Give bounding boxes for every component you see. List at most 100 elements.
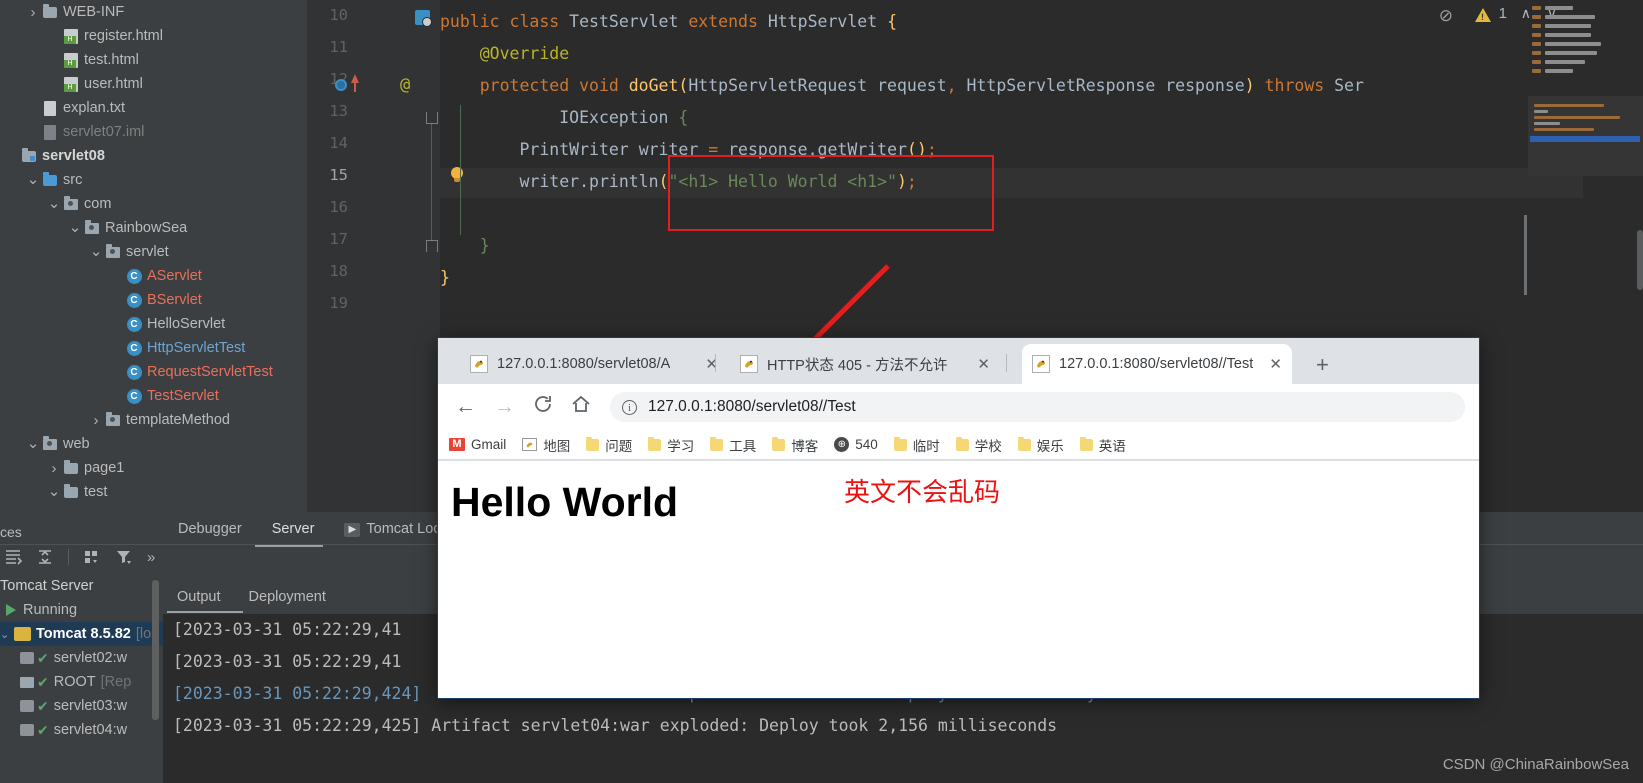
server-tree-row[interactable]: ✔ servlet03:w — [0, 694, 163, 718]
tree-item-web[interactable]: ⌄ web — [0, 432, 307, 456]
line-number: 13 — [329, 102, 348, 120]
address-bar[interactable]: i 127.0.0.1:8080/servlet08//Test — [610, 392, 1465, 422]
inspections-eye-icon[interactable]: ⊘ — [1439, 6, 1453, 26]
code-line[interactable]: @Override — [440, 38, 569, 70]
run-tab-debugger[interactable]: Debugger — [163, 512, 257, 547]
tree-item-testservlet[interactable]: C TestServlet — [0, 384, 307, 408]
reload-button[interactable] — [532, 393, 554, 421]
chevron-down-icon[interactable]: ⌄ — [25, 436, 41, 451]
bookmark-540[interactable]: ⊕ 540 — [834, 437, 878, 452]
tree-item-explan-txt[interactable]: explan.txt — [0, 96, 307, 120]
server-tree-row[interactable]: ⌄ Tomcat 8.5.82 [lo — [0, 622, 163, 646]
bookmark-娱乐[interactable]: 娱乐 — [1017, 435, 1064, 455]
code-line[interactable]: protected void doGet(HttpServletRequest … — [440, 70, 1364, 102]
server-tree-scrollbar[interactable] — [152, 580, 159, 720]
expand-all-icon[interactable] — [4, 548, 23, 566]
bookmark-临时[interactable]: 临时 — [893, 435, 940, 455]
chevron-down-icon[interactable]: ⌄ — [88, 244, 104, 259]
tree-item-com[interactable]: ⌄ com — [0, 192, 307, 216]
tree-item-templatemethod[interactable]: › templateMethod — [0, 408, 307, 432]
intention-bulb-icon[interactable] — [450, 167, 464, 185]
bookmark-工具[interactable]: 工具 — [710, 435, 756, 455]
project-tree-panel[interactable]: › WEB-INF register.html test.html user.html e… — [0, 0, 307, 512]
chevron-down-icon[interactable]: ⌄ — [46, 484, 62, 499]
new-tab-button[interactable]: + — [1316, 352, 1329, 378]
editor-error-stripe[interactable] — [1524, 215, 1527, 295]
run-tab-server[interactable]: Server — [257, 512, 330, 547]
tree-item-bservlet[interactable]: C BServlet — [0, 288, 307, 312]
browser-toolbar[interactable]: ← → i 127.0.0.1:8080/servlet08//Test — [438, 384, 1479, 430]
tree-item-src[interactable]: ⌄ src — [0, 168, 307, 192]
tree-item-register-html[interactable]: register.html — [0, 24, 307, 48]
tree-item-requestservlettest[interactable]: C RequestServletTest — [0, 360, 307, 384]
group-icon[interactable] — [83, 548, 101, 566]
page-scrollbar[interactable] — [1473, 461, 1479, 698]
chevron-right-icon[interactable]: › — [25, 5, 41, 20]
bookmark-地图[interactable]: 地图 — [522, 435, 570, 455]
chrome-browser-window[interactable]: 127.0.0.1:8080/servlet08/A ✕ HTTP状态 405 - … — [438, 338, 1479, 698]
collapse-all-icon[interactable] — [36, 548, 54, 566]
breakpoint-icon[interactable] — [335, 79, 347, 91]
run-panel-toolbar-icons[interactable]: » — [0, 548, 155, 566]
run-sub-tabs[interactable]: Output Deployment — [163, 582, 340, 612]
site-info-icon[interactable]: i — [622, 399, 637, 415]
forward-button[interactable]: → — [494, 395, 515, 419]
tree-item-helloservlet[interactable]: C HelloServlet — [0, 312, 307, 336]
tree-item-servlet[interactable]: ⌄ servlet — [0, 240, 307, 264]
tree-item-test-html[interactable]: test.html — [0, 48, 307, 72]
sub-tab-deployment[interactable]: Deployment — [235, 582, 340, 612]
tree-item-test[interactable]: ⌄ test — [0, 480, 307, 504]
server-tree-row[interactable]: Tomcat Server — [0, 574, 163, 598]
code-token: println — [589, 172, 659, 191]
chevron-down-icon[interactable]: ⌄ — [67, 220, 83, 235]
home-button[interactable] — [570, 393, 592, 421]
tree-item-servlet08[interactable]: servlet08 — [0, 144, 307, 168]
bookmark-Gmail[interactable]: M Gmail — [449, 437, 506, 452]
close-icon[interactable]: ✕ — [705, 355, 718, 373]
close-icon[interactable]: ✕ — [1269, 355, 1282, 373]
server-tree-row[interactable]: Running — [0, 598, 163, 622]
tree-item-user-html[interactable]: user.html — [0, 72, 307, 96]
sub-tab-output[interactable]: Output — [163, 582, 235, 612]
override-marker-icon[interactable] — [415, 10, 432, 27]
bookmarks-bar[interactable]: M Gmail 地图 问题 学习 工具 博客 ⊕ 540 临时 学校 娱乐 英语 — [438, 430, 1479, 460]
server-tree-row[interactable]: ✔ servlet04:w — [0, 718, 163, 742]
more-options-icon[interactable]: » — [147, 549, 155, 566]
browser-tab-2[interactable]: HTTP状态 405 - 方法不允许 ✕ — [730, 344, 1000, 384]
code-line[interactable]: public class TestServlet extends HttpSer… — [440, 6, 897, 38]
server-tree-row[interactable]: ✔ ROOT [Rep — [0, 670, 163, 694]
tree-item-web-inf[interactable]: › WEB-INF — [0, 0, 307, 24]
tree-item-aservlet[interactable]: C AServlet — [0, 264, 307, 288]
tree-item-httpservlettest[interactable]: C HttpServletTest — [0, 336, 307, 360]
server-tree[interactable]: Tomcat Server Running ⌄ Tomcat 8.5.82 [lo ✔ se… — [0, 574, 163, 783]
chevron-right-icon[interactable]: › — [46, 461, 62, 476]
browser-tab-3[interactable]: 127.0.0.1:8080/servlet08//Test ✕ — [1022, 344, 1292, 384]
bookmark-问题[interactable]: 问题 — [586, 435, 632, 455]
chevron-right-icon[interactable]: › — [88, 413, 104, 428]
chevron-down-icon[interactable]: ⌄ — [25, 172, 41, 187]
filter-icon[interactable] — [115, 548, 133, 566]
code-line[interactable]: } — [440, 230, 490, 262]
bookmark-英语[interactable]: 英语 — [1079, 435, 1126, 455]
tree-item-rainbowsea[interactable]: ⌄ RainbowSea — [0, 216, 307, 240]
code-token: HttpServletRequest — [688, 76, 878, 95]
run-tabs[interactable]: Debugger Server ▶ Tomcat Localh — [163, 512, 475, 547]
editor-vertical-scrollbar[interactable] — [1637, 230, 1643, 290]
editor-minimap[interactable] — [1528, 0, 1643, 250]
bookmark-博客[interactable]: 博客 — [772, 435, 818, 455]
code-line[interactable]: } — [440, 262, 450, 294]
tree-item-servlet07-iml[interactable]: servlet07.iml — [0, 120, 307, 144]
bookmark-学校[interactable]: 学校 — [955, 435, 1002, 455]
close-icon[interactable]: ✕ — [977, 355, 990, 373]
chevron-down-icon[interactable]: ⌄ — [46, 196, 62, 211]
browser-tab-strip[interactable]: 127.0.0.1:8080/servlet08/A ✕ HTTP状态 405 - … — [438, 338, 1479, 384]
browser-tab-1[interactable]: 127.0.0.1:8080/servlet08/A ✕ — [460, 344, 728, 384]
minimap-current-line — [1530, 136, 1640, 142]
code-line[interactable]: IOException { — [440, 102, 688, 134]
server-tree-row[interactable]: ✔ servlet02:w — [0, 646, 163, 670]
code-fold-marker-end[interactable] — [426, 240, 438, 252]
bookmark-学习[interactable]: 学习 — [648, 435, 694, 455]
back-button[interactable]: ← — [455, 395, 476, 419]
tree-item-page1[interactable]: › page1 — [0, 456, 307, 480]
code-fold-marker[interactable] — [426, 112, 438, 124]
